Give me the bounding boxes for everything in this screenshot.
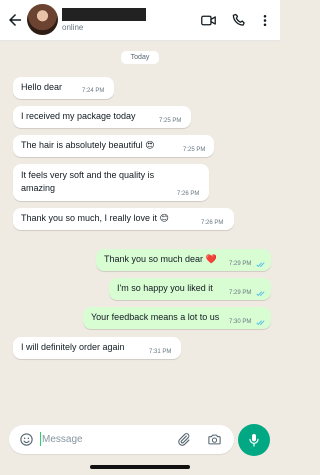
message-time: 7:29 PM [229, 290, 252, 296]
avatar[interactable] [27, 4, 58, 35]
emoji-icon[interactable] [19, 432, 34, 447]
message-time: 7:26 PM [177, 191, 200, 197]
message-bubble-incoming[interactable]: Hello dear 7:24 PM [13, 77, 114, 99]
message-text: It feels very soft and the quality is am… [21, 170, 155, 193]
message-text: The hair is absolutely beautiful 😍 [21, 140, 155, 150]
chat-area[interactable]: Today Hello dear 7:24 PM I received my p… [0, 41, 280, 421]
message-bubble-outgoing[interactable]: I'm so happy you liked it 7:29 PM [109, 278, 271, 300]
message-time: 7:30 PM [229, 319, 252, 325]
chat-header: online [0, 0, 280, 41]
message-time: 7:25 PM [159, 118, 182, 124]
mic-icon [249, 434, 259, 447]
video-call-icon[interactable] [200, 12, 217, 29]
message-bubble-incoming[interactable]: The hair is absolutely beautiful 😍 7:25 … [13, 135, 214, 157]
contact-status: online [62, 23, 84, 32]
date-separator: Today [121, 51, 159, 64]
message-composer [9, 425, 234, 454]
message-bubble-incoming[interactable]: It feels very soft and the quality is am… [13, 164, 209, 201]
mic-button[interactable] [238, 424, 270, 456]
back-arrow-icon[interactable] [6, 11, 24, 29]
message-bubble-incoming[interactable]: I will definitely order again 7:31 PM [13, 337, 181, 359]
attach-icon[interactable] [176, 432, 191, 447]
message-text: I received my package today [21, 111, 136, 121]
message-time: 7:25 PM [183, 147, 206, 153]
message-input[interactable] [42, 431, 162, 447]
read-ticks-icon [256, 320, 265, 326]
read-ticks-icon [256, 262, 265, 268]
message-text: Your feedback means a lot to us [91, 312, 220, 322]
message-text: Thank you so much, I really love it 😊 [21, 213, 169, 223]
read-ticks-icon [256, 291, 265, 297]
message-bubble-incoming[interactable]: Thank you so much, I really love it 😊 7:… [13, 208, 234, 230]
message-time: 7:31 PM [149, 349, 172, 355]
text-cursor [40, 432, 41, 446]
message-text: Thank you so much dear ❤️ [104, 254, 217, 264]
more-vertical-icon[interactable] [259, 12, 271, 29]
contact-name-redacted[interactable] [62, 8, 146, 21]
message-text: I will definitely order again [21, 342, 125, 352]
message-time: 7:26 PM [201, 220, 224, 226]
camera-icon[interactable] [207, 432, 222, 447]
message-text: I'm so happy you liked it [117, 283, 213, 293]
message-bubble-incoming[interactable]: I received my package today 7:25 PM [13, 106, 191, 128]
message-text: Hello dear [21, 82, 63, 92]
message-time: 7:24 PM [82, 88, 105, 94]
phone-icon[interactable] [231, 12, 248, 29]
message-bubble-outgoing[interactable]: Thank you so much dear ❤️ 7:29 PM [96, 249, 271, 271]
message-time: 7:29 PM [229, 261, 252, 267]
home-indicator [90, 465, 190, 469]
message-bubble-outgoing[interactable]: Your feedback means a lot to us 7:30 PM [83, 307, 271, 329]
